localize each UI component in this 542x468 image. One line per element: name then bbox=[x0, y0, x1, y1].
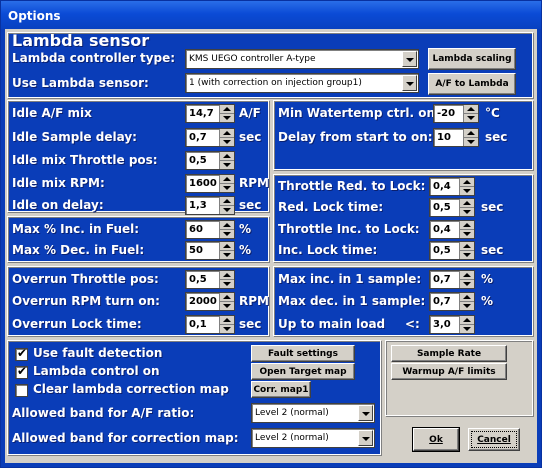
idle-af-mix-unit: A/F bbox=[239, 106, 261, 120]
throttle-red-label: Throttle Red. to Lock: bbox=[278, 179, 426, 193]
delay-start-spinner[interactable]: 10 bbox=[433, 128, 479, 147]
chevron-down-icon[interactable] bbox=[358, 405, 373, 421]
idle-on-delay-unit: sec bbox=[239, 198, 262, 212]
chevron-down-icon[interactable] bbox=[358, 430, 373, 446]
min-watertemp-spinner[interactable]: -20 bbox=[433, 104, 479, 123]
overrun-throttle-spinner[interactable]: 0,5 bbox=[185, 270, 235, 289]
max-inc-sample-label: Max inc. in 1 sample: bbox=[278, 272, 422, 286]
max-dec-fuel-spinner[interactable]: 50 bbox=[185, 241, 235, 260]
idle-af-mix-spinner[interactable]: 14,7 bbox=[185, 104, 235, 123]
main-load-spinner[interactable]: 3,0 bbox=[429, 315, 475, 334]
idle-on-delay-spinner[interactable]: 1,3 bbox=[185, 196, 235, 215]
overrun-lock-unit: sec bbox=[239, 317, 262, 331]
idle-rpm-spinner[interactable]: 1600 bbox=[185, 174, 235, 193]
overrun-throttle-label: Overrun Throttle pos: bbox=[12, 272, 159, 286]
idle-rpm-unit: RPM bbox=[239, 176, 269, 190]
overrun-rpm-spinner[interactable]: 2000 bbox=[185, 292, 235, 311]
overrun-rpm-unit: RPM bbox=[239, 294, 269, 308]
controller-type-select[interactable]: KMS UEGO controller A-type bbox=[185, 49, 419, 69]
corr-map1-button[interactable]: Corr. map1 bbox=[251, 381, 311, 398]
af-to-lambda-button[interactable]: A/F to Lambda bbox=[428, 73, 516, 95]
corr-band-select[interactable]: Level 2 (normal) bbox=[251, 428, 375, 448]
delay-start-label: Delay from start to on: bbox=[278, 130, 433, 144]
inc-lock-time-spinner[interactable]: 0,5 bbox=[429, 241, 475, 260]
idle-sample-delay-unit: sec bbox=[239, 130, 262, 144]
idle-af-mix-label: Idle A/F mix bbox=[12, 106, 92, 120]
lambda-control-checkbox[interactable]: ✔ bbox=[15, 364, 28, 379]
cancel-button[interactable]: Cancel bbox=[468, 428, 520, 451]
max-inc-sample-unit: % bbox=[481, 272, 494, 286]
inc-lock-time-unit: sec bbox=[481, 243, 504, 257]
main-load-label: Up to main load bbox=[278, 317, 386, 331]
idle-on-delay-label: Idle on delay: bbox=[12, 198, 104, 212]
max-inc-fuel-label: Max % Inc. in Fuel: bbox=[12, 222, 140, 236]
window-title: Options bbox=[1, 1, 541, 29]
chevron-down-icon[interactable] bbox=[402, 51, 417, 67]
red-lock-time-unit: sec bbox=[481, 200, 504, 214]
corr-band-label: Allowed band for correction map: bbox=[12, 431, 239, 445]
max-dec-sample-unit: % bbox=[481, 294, 494, 308]
lambda-control-label[interactable]: Lambda control on bbox=[33, 364, 160, 378]
ok-button[interactable]: Ok bbox=[412, 427, 460, 452]
clear-map-checkbox[interactable] bbox=[15, 384, 28, 397]
fault-detection-label[interactable]: Use fault detection bbox=[33, 346, 162, 360]
options-client-area: Lambda sensor Lambda controller type: KM… bbox=[5, 29, 537, 463]
max-inc-sample-spinner[interactable]: 0,7 bbox=[429, 270, 475, 289]
clear-map-label[interactable]: Clear lambda correction map bbox=[33, 382, 229, 396]
controller-type-label: Lambda controller type: bbox=[12, 51, 176, 65]
red-lock-time-spinner[interactable]: 0,5 bbox=[429, 198, 475, 217]
idle-throttle-pos-spinner[interactable]: 0,5 bbox=[185, 151, 235, 170]
fault-settings-button[interactable]: Fault settings bbox=[251, 345, 355, 362]
inc-lock-time-label: Inc. Lock time: bbox=[278, 243, 378, 257]
use-sensor-label: Use Lambda sensor: bbox=[12, 76, 149, 90]
throttle-inc-spinner[interactable]: 0,4 bbox=[429, 220, 475, 239]
warmup-limits-button[interactable]: Warmup A/F limits bbox=[391, 363, 507, 380]
max-dec-fuel-label: Max % Dec. in Fuel: bbox=[12, 243, 145, 257]
main-load-operator: <: bbox=[405, 317, 420, 331]
section-title: Lambda sensor bbox=[12, 31, 150, 50]
red-lock-time-label: Red. Lock time: bbox=[278, 200, 384, 214]
idle-sample-delay-spinner[interactable]: 0,7 bbox=[185, 128, 235, 147]
fault-detection-checkbox[interactable]: ✔ bbox=[15, 346, 28, 361]
overrun-rpm-label: Overrun RPM turn on: bbox=[12, 294, 160, 308]
delay-start-unit: sec bbox=[485, 130, 508, 144]
idle-sample-delay-label: Idle Sample delay: bbox=[12, 130, 137, 144]
max-inc-fuel-unit: % bbox=[239, 222, 252, 236]
max-dec-sample-label: Max dec. in 1 sample: bbox=[278, 294, 426, 308]
idle-rpm-label: Idle mix RPM: bbox=[12, 176, 105, 190]
sample-rate-button[interactable]: Sample Rate bbox=[391, 345, 507, 362]
af-band-select[interactable]: Level 2 (normal) bbox=[251, 403, 375, 423]
min-watertemp-unit: °C bbox=[485, 106, 500, 120]
max-dec-fuel-unit: % bbox=[239, 243, 252, 257]
use-sensor-select[interactable]: 1 (with correction on injection group1) bbox=[185, 73, 419, 93]
max-dec-sample-spinner[interactable]: 0,7 bbox=[429, 292, 475, 311]
options-window: Options Lambda sensor Lambda controller … bbox=[0, 0, 542, 468]
overrun-lock-spinner[interactable]: 0,1 bbox=[185, 315, 235, 334]
lambda-scaling-button[interactable]: Lambda scaling bbox=[428, 48, 516, 70]
throttle-red-spinner[interactable]: 0,4 bbox=[429, 177, 475, 196]
idle-throttle-pos-label: Idle mix Throttle pos: bbox=[12, 153, 158, 167]
throttle-inc-label: Throttle Inc. to Lock: bbox=[278, 222, 420, 236]
min-watertemp-label: Min Watertemp ctrl. on: bbox=[278, 106, 440, 120]
overrun-lock-label: Overrun Lock time: bbox=[12, 317, 142, 331]
open-target-map-button[interactable]: Open Target map bbox=[251, 363, 355, 380]
af-band-label: Allowed band for A/F ratio: bbox=[12, 406, 195, 420]
chevron-down-icon[interactable] bbox=[402, 75, 417, 91]
max-inc-fuel-spinner[interactable]: 60 bbox=[185, 220, 235, 239]
